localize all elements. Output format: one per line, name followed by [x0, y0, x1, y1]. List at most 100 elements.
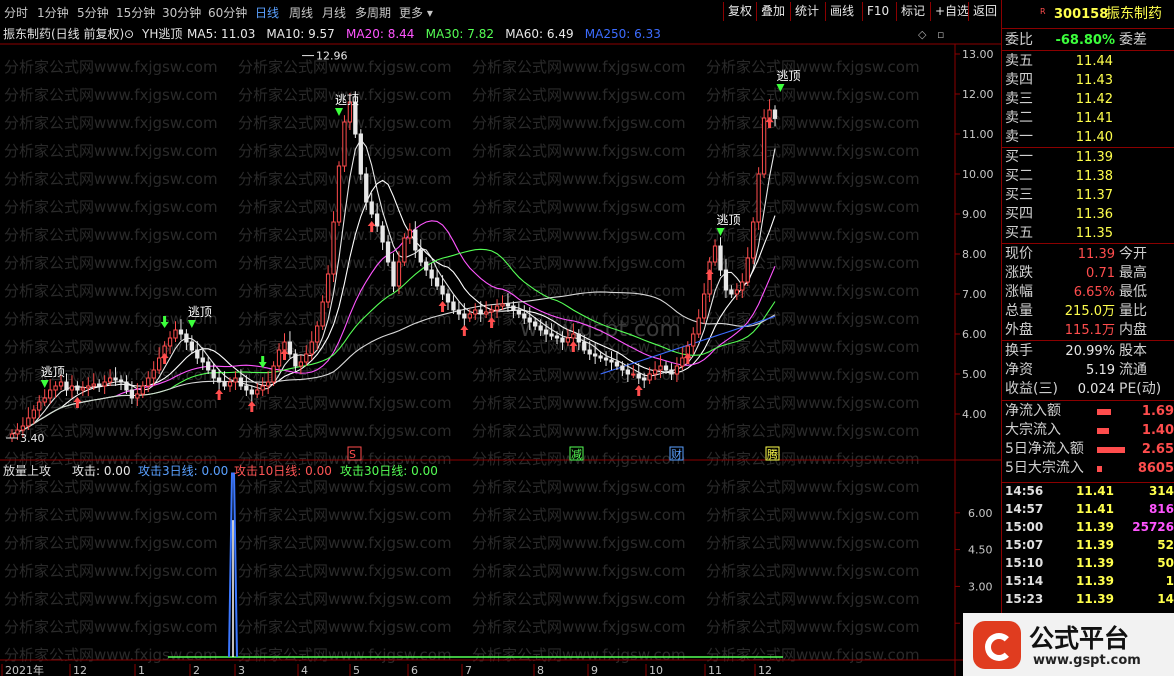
sub-indicator-name[interactable]: 放量上攻 — [3, 463, 51, 478]
watermark-text: 分析家公式网www.fxjgsw.com — [4, 646, 218, 664]
candle-body — [543, 329, 549, 335]
stats-button[interactable]: 统计 — [790, 2, 823, 21]
candle-body — [336, 165, 342, 223]
watermark-text: 分析家公式网www.fxjgsw.com — [238, 618, 452, 636]
candle-body — [494, 305, 500, 311]
tab-timeshare[interactable]: 分时 — [4, 4, 28, 21]
candle-body — [756, 173, 761, 223]
quote-panel: R 300158 振东制药 委比 -68.80% 委差 卖五 11.44 卖四 11.… — [1001, 0, 1174, 676]
candle-body — [15, 429, 20, 435]
f10-button[interactable]: F10 — [862, 2, 893, 21]
candle-body — [293, 353, 298, 367]
tick-row: 15:23 11.39 14 — [1005, 592, 1174, 606]
candle-body — [178, 329, 184, 335]
candle-body — [282, 341, 287, 351]
ma-legend-item: MA60: 6.49 — [505, 27, 573, 41]
high-price-label: 12.96 — [316, 50, 348, 63]
flow-bar — [1097, 447, 1125, 453]
candle-body — [227, 381, 233, 387]
weibi-row: 委比 -68.80% 委差 — [1005, 32, 1147, 48]
escape-label: 逃顶 — [776, 69, 800, 83]
mark-button[interactable]: 标记 — [896, 2, 929, 21]
watermark-text: 分析家公式网www.fxjgsw.com — [706, 254, 920, 272]
sell-level-row: 卖二 11.41 — [1005, 110, 1113, 126]
candle-body — [396, 261, 402, 287]
candle-body — [129, 389, 135, 399]
watermark-text: 分析家公式网www.fxjgsw.com — [472, 478, 686, 496]
indicator-name[interactable]: YH逃顶 — [141, 27, 182, 41]
candle-body — [315, 325, 320, 343]
stock-name: 振东制药 — [1106, 6, 1162, 22]
candle-body — [391, 261, 396, 287]
tab-more[interactable]: 更多 ▾ — [399, 4, 433, 21]
candle-body — [587, 349, 592, 355]
candle-body — [652, 369, 658, 375]
candle-body — [206, 361, 211, 371]
stock-code: 300158 — [1054, 7, 1109, 22]
month-label: 6 — [411, 664, 418, 676]
candle-body — [565, 337, 571, 343]
r-badge-icon: R — [1040, 7, 1046, 16]
candle-body — [47, 389, 53, 399]
watermark-text: 分析家公式网www.fxjgsw.com — [706, 534, 920, 552]
tab-5min[interactable]: 5分钟 — [77, 4, 109, 21]
gspt-logo-icon — [973, 621, 1021, 669]
candle-body — [309, 341, 314, 355]
candle-body — [625, 369, 631, 375]
month-label: 8 — [537, 664, 544, 676]
candle-body — [489, 309, 494, 313]
watermark-text: 分析家公式网www.fxjgsw.com — [472, 394, 686, 412]
tab-monthly[interactable]: 月线 — [322, 4, 346, 21]
watermark-text: 分析家公式网www.fxjgsw.com — [472, 142, 686, 160]
watermark-text: 分析家公式网www.fxjgsw.com — [472, 422, 686, 440]
money-flow-row: 5日净流入额 2.65 — [1005, 441, 1174, 457]
candle-body — [445, 293, 451, 303]
watermark-text: 分析家公式网www.fxjgsw.com — [472, 198, 686, 216]
chart-title: 振东制药(日线 前复权) — [3, 26, 124, 41]
candle-body — [609, 359, 614, 363]
axis-label: 4.00 — [962, 408, 987, 421]
watermark-text: 分析家公式网www.fxjgsw.com — [238, 310, 452, 328]
watermark-text: 分析家公式网www.fxjgsw.com — [472, 170, 686, 188]
candle-body — [696, 317, 701, 335]
candle-body — [287, 341, 293, 355]
tab-60min[interactable]: 60分钟 — [208, 4, 247, 21]
back-button[interactable]: 返回 — [968, 2, 1001, 21]
month-label: 3 — [238, 664, 245, 676]
kline-chart[interactable]: 分析家公式网www.fxjgsw.com 分析家公式网www.fxjgsw.com… — [0, 24, 1001, 676]
tab-1min[interactable]: 1分钟 — [37, 4, 69, 21]
fuquan-button[interactable]: 复权 — [723, 2, 756, 21]
add-watchlist-button[interactable]: +自选 — [930, 2, 973, 21]
buy-level-row: 买五 11.35 — [1005, 225, 1113, 241]
watermark-text: 分析家公式网www.fxjgsw.com — [4, 170, 218, 188]
month-label: 11 — [708, 664, 722, 676]
watermark-text: 分析家公式网www.fxjgsw.com — [706, 506, 920, 524]
tab-weekly[interactable]: 周线 — [289, 4, 313, 21]
candle-body — [146, 377, 151, 387]
overlay-button[interactable]: 叠加 — [756, 2, 789, 21]
close-icon[interactable]: ▫ — [937, 28, 944, 41]
month-label: 2021年 — [5, 663, 44, 676]
draw-line-button[interactable]: 画线 — [825, 2, 858, 21]
candle-body — [620, 365, 625, 371]
diamond-icon[interactable]: ◇ — [918, 28, 927, 41]
tab-15min[interactable]: 15分钟 — [116, 4, 155, 21]
flow-bar — [1097, 428, 1109, 434]
watermark-text: 分析家公式网www.fxjgsw.com — [238, 562, 452, 580]
candle-body — [249, 389, 254, 395]
sell-level-row: 卖五 11.44 — [1005, 53, 1113, 69]
candle-body — [462, 313, 467, 319]
sell-level-row: 卖一 11.40 — [1005, 129, 1113, 145]
badge-url: www.gspt.com — [1033, 653, 1141, 668]
candle-body — [107, 377, 113, 383]
candle-body — [734, 289, 740, 295]
chevron-down-icon[interactable]: ⊙ — [124, 27, 134, 41]
candle-body — [767, 109, 772, 119]
watermark-text: 分析家公式网www.fxjgsw.com — [4, 114, 218, 132]
tab-30min[interactable]: 30分钟 — [162, 4, 201, 21]
candle-body — [260, 385, 265, 391]
tab-multi-period[interactable]: 多周期 — [355, 4, 391, 21]
tab-daily[interactable]: 日线 — [255, 4, 279, 21]
candle-body — [576, 333, 581, 343]
buy-level-row: 买一 11.39 — [1005, 149, 1113, 165]
